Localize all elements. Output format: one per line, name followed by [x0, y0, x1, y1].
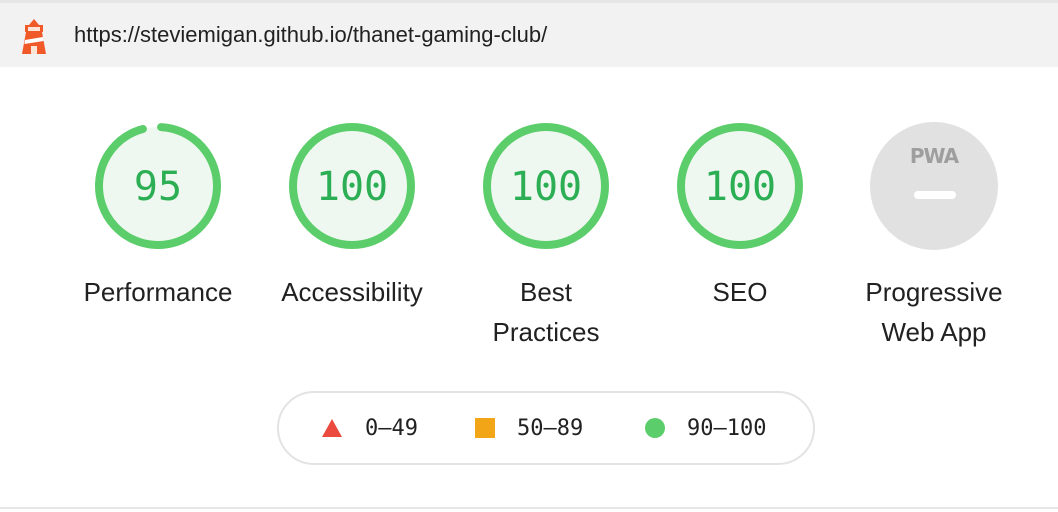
pwa-dash-icon [914, 191, 956, 199]
pwa-logo-icon: PWA [909, 144, 959, 168]
accessibility-label: Accessibility [281, 277, 423, 307]
legend-average: 50–89 [475, 393, 583, 463]
square-icon [475, 418, 495, 438]
pwa-label-line1: Progressive [865, 277, 1003, 307]
bottom-border [0, 507, 1058, 509]
legend-fail-range: 0–49 [365, 415, 418, 441]
gauge-best-practices[interactable]: 100 Best Practices [456, 120, 636, 347]
pwa-label-line2: Web App [881, 317, 987, 347]
triangle-icon [322, 419, 342, 437]
best-practices-label-line2: Practices [492, 317, 600, 347]
lighthouse-icon [22, 19, 46, 54]
pwa-label: Progressive Web App [824, 272, 1044, 352]
gauge-seo[interactable]: 100 SEO [650, 120, 830, 307]
best-practices-label-line1: Best [519, 277, 573, 307]
pwa-badge: PWA [870, 122, 998, 250]
report-header: https://steviemigan.github.io/thanet-gam… [0, 3, 1058, 67]
best-practices-label: Best Practices [436, 272, 656, 352]
report-url[interactable]: https://steviemigan.github.io/thanet-gam… [74, 22, 547, 48]
legend-pass: 90–100 [645, 393, 766, 463]
score-scale-legend: 0–49 50–89 90–100 [277, 391, 815, 465]
gauge-performance[interactable]: 95 Performance [68, 120, 248, 307]
gauge-pwa[interactable]: PWA Progressive Web App [844, 120, 1024, 347]
seo-label: SEO [712, 277, 768, 307]
score-gauges: 95 Performance 100 Accessibility 100 Bes… [0, 120, 1058, 370]
accessibility-score: 100 [315, 164, 389, 210]
gauge-accessibility[interactable]: 100 Accessibility [262, 120, 442, 307]
performance-label: Performance [83, 277, 233, 307]
legend-pass-range: 90–100 [687, 415, 767, 441]
legend-average-range: 50–89 [517, 415, 584, 441]
best-practices-score: 100 [509, 164, 583, 210]
seo-score: 100 [703, 164, 777, 210]
legend-fail: 0–49 [321, 393, 418, 463]
circle-icon [645, 418, 665, 438]
performance-score: 95 [133, 164, 183, 210]
